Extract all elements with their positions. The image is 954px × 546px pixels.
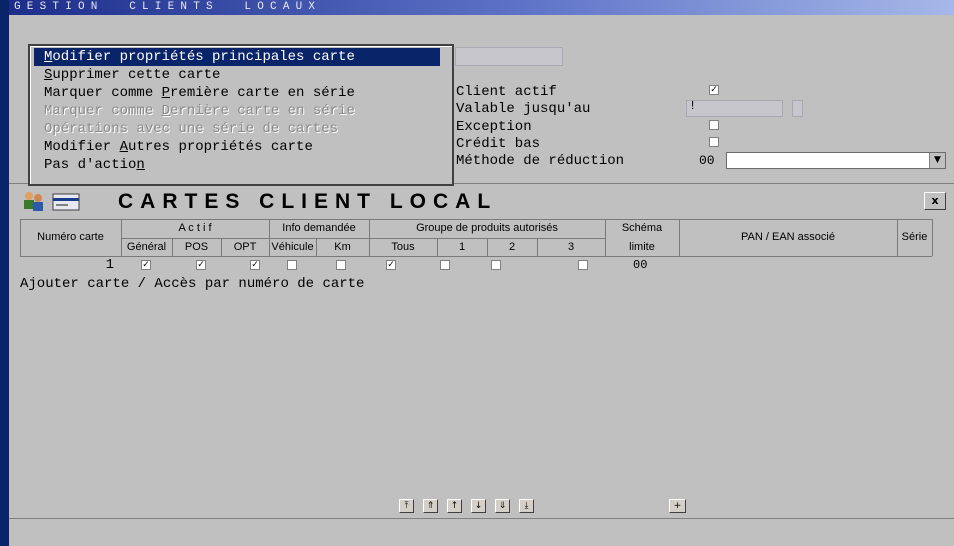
row-checkbox-tous[interactable]: ✓ — [386, 260, 396, 270]
header-groupe-1: 1 — [458, 241, 466, 253]
grid-line — [121, 238, 605, 239]
row-checkbox-g3[interactable] — [578, 260, 588, 270]
methode-label: Méthode de réduction — [456, 153, 625, 169]
first-page-button[interactable]: ⤒ — [399, 499, 414, 513]
page-down-button[interactable]: ⇓ — [495, 499, 510, 513]
card-icon — [52, 193, 80, 211]
credit-bas-checkbox[interactable] — [709, 137, 719, 147]
last-page-icon: ⤓ — [524, 501, 529, 511]
line-down-icon: ↓ — [474, 501, 483, 511]
row-numero: 1 — [105, 257, 114, 273]
row-checkbox-general[interactable]: ✓ — [141, 260, 151, 270]
header-groupe-3: 3 — [567, 241, 575, 253]
line-up-icon: ↑ — [450, 501, 459, 511]
menu-item-5[interactable]: Modifier Autres propriétés carte — [34, 138, 440, 156]
menu-item-6[interactable]: Pas d'action — [34, 156, 440, 174]
client-name-field[interactable] — [455, 47, 563, 66]
header-schema: Schéma — [621, 222, 663, 234]
close-icon: x — [931, 194, 939, 207]
header-numero-carte: Numéro carte — [37, 231, 104, 243]
bottom-divider — [9, 518, 954, 519]
header-actif: A c t i f — [178, 222, 212, 234]
header-groupe: Groupe de produits autorisés — [416, 222, 558, 234]
clients-icon — [24, 192, 43, 211]
header-pos: POS — [184, 241, 209, 253]
header-vehicule: Véhicule — [271, 241, 314, 253]
left-edge-bar — [0, 0, 9, 546]
check-icon: ✓ — [710, 85, 718, 95]
row-checkbox-opt[interactable]: ✓ — [250, 260, 260, 270]
card-action-menu: Modifier propriétés principales carte Sup… — [28, 44, 454, 186]
grid-line — [20, 219, 932, 220]
first-page-icon: ⤒ — [404, 501, 409, 511]
exception-label: Exception — [456, 119, 532, 135]
header-km: Km — [334, 241, 351, 253]
chevron-down-icon[interactable]: ▼ — [929, 153, 945, 168]
exception-checkbox[interactable] — [709, 120, 719, 130]
valable-date-field[interactable]: ! — [686, 99, 783, 117]
row-checkbox-g2[interactable] — [491, 260, 501, 270]
header-tous: Tous — [391, 241, 415, 253]
header-serie: Série — [901, 231, 928, 243]
methode-select[interactable]: ▼ — [726, 152, 946, 169]
header-opt: OPT — [233, 241, 257, 253]
header-general: Général — [126, 241, 167, 253]
row-checkbox-g1[interactable] — [440, 260, 450, 270]
page-down-icon: ⇓ — [498, 501, 507, 511]
valable-label: Valable jusqu'au — [456, 101, 591, 117]
row-schema: 00 — [633, 258, 648, 272]
menu-item-2[interactable]: Marquer comme Première carte en série — [34, 84, 440, 102]
client-actif-label: Client actif — [456, 84, 557, 100]
menu-item-1[interactable]: Supprimer cette carte — [34, 66, 440, 84]
window-title: GESTION CLIENTS LOCAUX — [9, 0, 954, 15]
add-button[interactable]: + — [669, 499, 686, 513]
valable-value: ! — [689, 99, 697, 113]
add-card-link[interactable]: Ajouter carte / Accès par numéro de cart… — [20, 276, 364, 292]
plus-icon: + — [673, 501, 682, 511]
header-limite: limite — [629, 241, 655, 253]
menu-item-3: Marquer comme Dernière carte en série — [44, 103, 355, 119]
header-info-demandee: Info demandée — [282, 222, 356, 234]
client-actif-checkbox[interactable]: ✓ — [709, 85, 719, 95]
credit-bas-label: Crédit bas — [456, 136, 541, 152]
grid-line — [932, 219, 933, 256]
row-checkbox-km[interactable] — [336, 260, 346, 270]
close-button[interactable]: x — [924, 192, 946, 210]
menu-item-0[interactable]: Modifier propriétés principales carte — [34, 48, 440, 66]
grid-line — [20, 256, 932, 257]
page-up-icon: ⇑ — [426, 501, 435, 511]
methode-code: 00 — [699, 153, 715, 168]
header-pan-ean: PAN / EAN associé — [741, 231, 835, 243]
last-page-button[interactable]: ⤓ — [519, 499, 534, 513]
row-checkbox-pos[interactable]: ✓ — [196, 260, 206, 270]
valable-extra-field[interactable] — [792, 100, 803, 117]
line-up-button[interactable]: ↑ — [447, 499, 462, 513]
page-up-button[interactable]: ⇑ — [423, 499, 438, 513]
menu-item-4: Opérations avec une série de cartes — [44, 121, 339, 137]
header-groupe-2: 2 — [508, 241, 516, 253]
cards-panel-header: CARTES CLIENT LOCAL x — [18, 188, 952, 214]
panel-title: CARTES CLIENT LOCAL — [118, 190, 498, 213]
row-checkbox-vehicule[interactable] — [287, 260, 297, 270]
line-down-button[interactable]: ↓ — [471, 499, 486, 513]
